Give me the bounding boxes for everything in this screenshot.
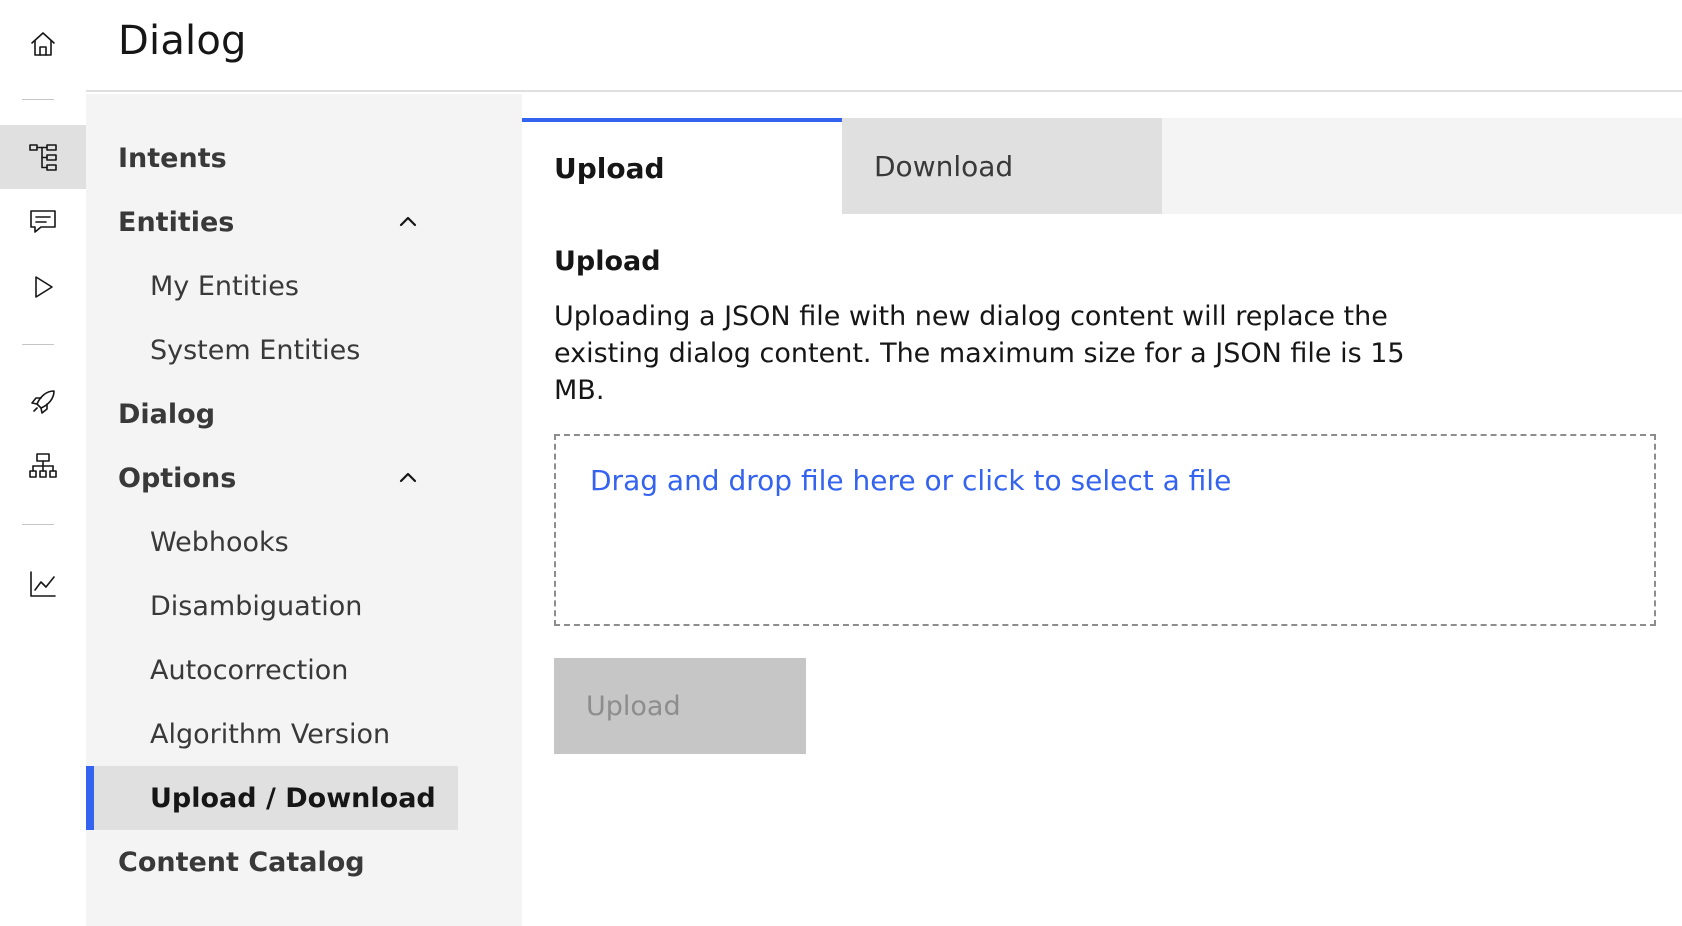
nav-item-label: Autocorrection (150, 654, 349, 686)
dialog-skill-button[interactable] (0, 125, 86, 189)
upload-section-title: Upload (554, 246, 661, 277)
tab-upload[interactable]: Upload (522, 118, 842, 214)
nav-item-algorithm-version[interactable]: Algorithm Version (86, 704, 458, 764)
nav-item-webhooks[interactable]: Webhooks (86, 512, 458, 572)
nav-item-label: My Entities (150, 270, 299, 302)
dialog-tree-icon (29, 144, 57, 171)
home-icon (31, 32, 55, 56)
secondary-nav: Intents Entities My Entities System Enti… (86, 94, 522, 926)
nav-item-label: Options (118, 462, 237, 494)
nav-item-disambiguation[interactable]: Disambiguation (86, 576, 458, 636)
rocket-icon (31, 390, 55, 414)
deploy-button[interactable] (0, 370, 86, 434)
nav-item-label: Dialog (118, 398, 216, 430)
nav-item-label: Algorithm Version (150, 718, 391, 750)
nav-item-options[interactable]: Options (86, 448, 458, 508)
analytics-button[interactable] (0, 552, 86, 616)
messages-button[interactable] (0, 190, 86, 254)
nav-item-entities[interactable]: Entities (86, 192, 458, 252)
nav-item-my-entities[interactable]: My Entities (86, 256, 458, 316)
rail-divider (22, 524, 54, 525)
tab-label: Upload (554, 151, 665, 185)
message-icon (30, 210, 56, 233)
nav-item-upload-download[interactable]: Upload / Download (86, 766, 458, 830)
rail-divider (22, 99, 54, 100)
tab-label: Download (874, 149, 1014, 183)
nav-item-label: Webhooks (150, 526, 289, 558)
rail-divider (22, 344, 54, 345)
page-title: Dialog (118, 18, 247, 64)
tab-bar: Upload Download (522, 118, 1682, 214)
chevron-up-icon[interactable] (396, 466, 420, 490)
nav-item-label: Intents (118, 142, 227, 174)
integrations-button[interactable] (0, 435, 86, 499)
nav-item-dialog[interactable]: Dialog (86, 384, 458, 444)
page-header: Dialog (86, 0, 1682, 92)
nav-item-label: System Entities (150, 334, 361, 366)
home-button[interactable] (0, 12, 86, 76)
play-icon (35, 276, 53, 298)
chart-line-icon (30, 571, 56, 597)
chevron-up-icon[interactable] (396, 210, 420, 234)
nav-item-intents[interactable]: Intents (86, 128, 458, 188)
dropzone-link[interactable]: Drag and drop file here or click to sele… (590, 464, 1231, 497)
left-rail (0, 0, 86, 926)
tab-download[interactable]: Download (842, 118, 1162, 214)
file-dropzone[interactable]: Drag and drop file here or click to sele… (554, 434, 1656, 626)
upload-button[interactable]: Upload (554, 658, 806, 754)
upload-description: Uploading a JSON file with new dialog co… (554, 301, 1405, 406)
nav-item-autocorrection[interactable]: Autocorrection (86, 640, 458, 700)
nav-item-label: Disambiguation (150, 590, 363, 622)
nav-item-label: Entities (118, 206, 235, 238)
nav-item-content-catalog[interactable]: Content Catalog (86, 832, 458, 892)
nav-item-label: Upload / Download (150, 782, 436, 814)
nav-item-system-entities[interactable]: System Entities (86, 320, 458, 380)
nav-item-label: Content Catalog (118, 846, 365, 878)
try-it-button[interactable] (0, 255, 86, 319)
main-content: Upload Download Upload Uploading a JSON … (522, 94, 1682, 926)
hierarchy-icon (29, 453, 57, 478)
